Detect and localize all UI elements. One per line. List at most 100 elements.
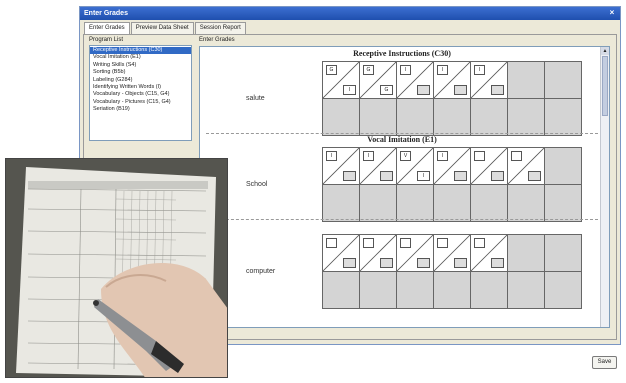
- program-item[interactable]: Identifying Written Words (I): [90, 84, 191, 91]
- empty-cell: [545, 62, 581, 98]
- empty-cell: [545, 185, 581, 221]
- trial-grid: [322, 234, 582, 309]
- trial-cell[interactable]: [434, 235, 470, 271]
- section-title: Receptive Instructions (C30): [353, 49, 451, 58]
- empty-cell: [471, 185, 507, 221]
- empty-cell: [508, 235, 544, 271]
- target-word: School: [246, 181, 268, 188]
- empty-cell: [508, 62, 544, 98]
- trial-cell[interactable]: I: [434, 62, 470, 98]
- trial-grade-top[interactable]: [326, 238, 337, 248]
- trial-cell[interactable]: [471, 148, 507, 184]
- trial-cell[interactable]: GI: [323, 62, 359, 98]
- vertical-scrollbar[interactable]: ▲: [600, 47, 609, 327]
- window-titlebar[interactable]: Enter Grades ×: [80, 7, 620, 20]
- trial-grade-top[interactable]: V: [400, 151, 411, 161]
- trial-cell[interactable]: VI: [397, 148, 433, 184]
- trial-cell[interactable]: [508, 148, 544, 184]
- trial-grade-bottom[interactable]: [417, 258, 430, 268]
- trial-grade-top[interactable]: I: [437, 65, 448, 75]
- trial-grade-bottom[interactable]: G: [380, 85, 393, 95]
- close-icon[interactable]: ×: [607, 8, 617, 18]
- trial-grade-top[interactable]: I: [474, 65, 485, 75]
- trial-grade-bottom[interactable]: [454, 258, 467, 268]
- target-word: salute: [246, 95, 265, 102]
- program-item[interactable]: Vocabulary - Pictures (C15, G4): [90, 99, 191, 106]
- trial-grade-bottom[interactable]: [343, 171, 356, 181]
- trial-grade-top[interactable]: I: [400, 65, 411, 75]
- trial-cell[interactable]: [397, 235, 433, 271]
- trial-cell[interactable]: I: [360, 148, 396, 184]
- trial-grade-top[interactable]: I: [363, 151, 374, 161]
- trial-cell[interactable]: I: [434, 148, 470, 184]
- tab-enter-grades[interactable]: Enter Grades: [84, 22, 130, 34]
- empty-cell: [360, 99, 396, 135]
- section-title: Vocal Imitation (E1): [367, 135, 437, 144]
- program-item[interactable]: Vocabulary - Objects (C15, G4): [90, 91, 191, 98]
- empty-cell: [508, 99, 544, 135]
- window-title: Enter Grades: [84, 10, 128, 17]
- grade-entry-area: Receptive Instructions (C30) salute G I G G I I…: [199, 46, 610, 328]
- trial-cell[interactable]: [360, 235, 396, 271]
- program-item[interactable]: Labeling (G284): [90, 77, 191, 84]
- scroll-up-icon[interactable]: ▲: [601, 47, 609, 55]
- trial-grade-bottom[interactable]: [491, 258, 504, 268]
- tab-preview-data-sheet[interactable]: Preview Data Sheet: [130, 22, 194, 34]
- trial-grade-top[interactable]: [511, 151, 522, 161]
- trial-cell[interactable]: I: [471, 62, 507, 98]
- trial-cell[interactable]: GG: [360, 62, 396, 98]
- program-list[interactable]: Receptive Instructions (C30) Vocal Imita…: [89, 45, 192, 141]
- program-item[interactable]: Vocal Imitation (E1): [90, 54, 191, 61]
- program-list-label: Program List: [89, 37, 124, 43]
- trial-grade-top[interactable]: [474, 151, 485, 161]
- tab-session-report[interactable]: Session Report: [194, 22, 246, 34]
- empty-cell: [545, 235, 581, 271]
- empty-cell: [434, 185, 470, 221]
- program-item[interactable]: Seriation (B19): [90, 106, 191, 113]
- program-item[interactable]: Sorting (B5b): [90, 69, 191, 76]
- empty-cell: [508, 272, 544, 308]
- section-divider: [206, 133, 598, 134]
- trial-grade-top[interactable]: I: [437, 151, 448, 161]
- empty-cell: [323, 272, 359, 308]
- trial-grade-bottom[interactable]: I: [417, 171, 430, 181]
- trial-cell[interactable]: [471, 235, 507, 271]
- trial-grade-bottom[interactable]: [380, 171, 393, 181]
- save-button[interactable]: Save: [592, 356, 617, 369]
- program-item[interactable]: Writing Skills (S4): [90, 62, 191, 69]
- empty-cell: [508, 185, 544, 221]
- empty-cell: [397, 99, 433, 135]
- target-word: computer: [246, 268, 276, 275]
- empty-cell: [397, 185, 433, 221]
- pen-writing-photo: [5, 158, 228, 378]
- trial-grade-top[interactable]: G: [326, 65, 337, 75]
- section-divider: [206, 219, 598, 220]
- trial-grade-top[interactable]: [400, 238, 411, 248]
- trial-grade-bottom[interactable]: I: [343, 85, 356, 95]
- trial-grade-bottom[interactable]: [491, 171, 504, 181]
- empty-cell: [360, 272, 396, 308]
- empty-cell: [545, 99, 581, 135]
- trial-grade-bottom[interactable]: [380, 258, 393, 268]
- program-item[interactable]: Receptive Instructions (C30): [90, 47, 191, 55]
- trial-cell[interactable]: I: [323, 148, 359, 184]
- trial-grade-top[interactable]: [474, 238, 485, 248]
- trial-cell[interactable]: I: [397, 62, 433, 98]
- trial-grade-top[interactable]: [437, 238, 448, 248]
- trial-grade-bottom[interactable]: [417, 85, 430, 95]
- trial-grade-top[interactable]: [363, 238, 374, 248]
- enter-grades-label: Enter Grades: [199, 37, 235, 43]
- trial-grade-top[interactable]: I: [326, 151, 337, 161]
- trial-grid: IIVII: [322, 147, 582, 222]
- scroll-thumb[interactable]: [602, 56, 608, 116]
- trial-cell[interactable]: [323, 235, 359, 271]
- empty-cell: [471, 99, 507, 135]
- trial-grade-bottom[interactable]: [454, 85, 467, 95]
- trial-grade-bottom[interactable]: [343, 258, 356, 268]
- empty-cell: [323, 99, 359, 135]
- trial-grade-bottom[interactable]: [491, 85, 504, 95]
- trial-grade-bottom[interactable]: [454, 171, 467, 181]
- empty-cell: [323, 185, 359, 221]
- trial-grade-bottom[interactable]: [528, 171, 541, 181]
- trial-grade-top[interactable]: G: [363, 65, 374, 75]
